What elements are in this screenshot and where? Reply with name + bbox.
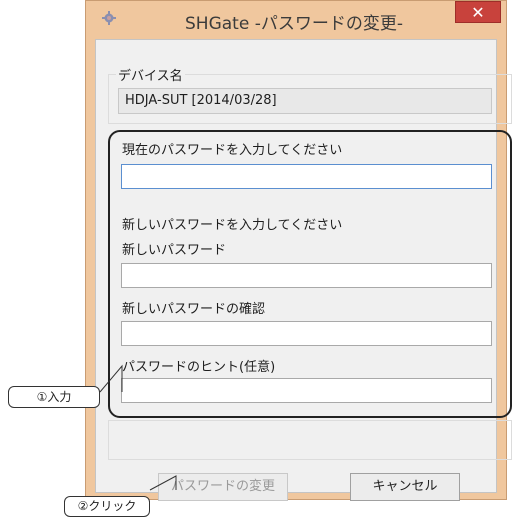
input-callout: ①入力 <box>8 386 100 408</box>
click-callout: ②クリック <box>64 496 150 517</box>
callout-arrows <box>99 364 177 491</box>
